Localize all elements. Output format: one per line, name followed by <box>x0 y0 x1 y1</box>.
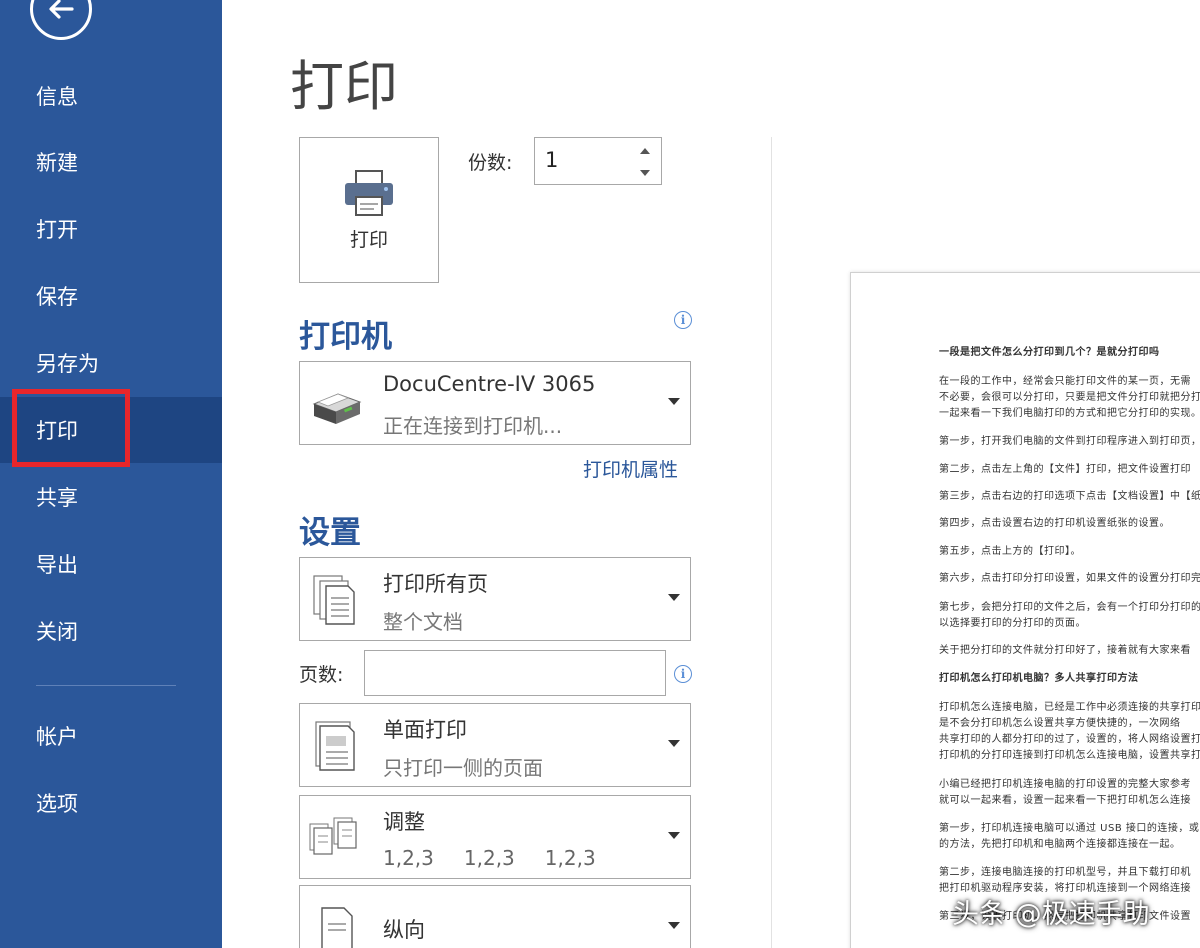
dropdown-arrow-icon <box>668 594 680 601</box>
preview-divider <box>771 137 772 948</box>
print-sides-select[interactable]: 单面打印 只打印一侧的页面 <box>299 703 691 787</box>
preview-line: 一段是把文件怎么分打印到几个？是就分打印吗 <box>939 347 1160 358</box>
annotation-highlight-box <box>12 389 130 467</box>
copies-label: 份数: <box>468 152 513 174</box>
single-sided-page-icon <box>315 721 355 771</box>
nav-item-account[interactable]: 帐户 <box>0 703 222 769</box>
collate-sequence-item: 1,2,3 <box>463 846 515 870</box>
nav-item-close[interactable]: 关闭 <box>0 598 222 664</box>
preview-line: 第七步，会把分打印的文件之后，会有一个打印分打印的完成 <box>939 602 1200 613</box>
dropdown-arrow-icon <box>668 398 680 405</box>
nav-item-label: 导出 <box>36 553 78 577</box>
printer-icon <box>345 169 393 216</box>
nav-item-label: 另存为 <box>36 352 99 376</box>
spin-down-icon[interactable] <box>637 166 653 180</box>
collate-title: 调整 <box>383 810 425 834</box>
nav-divider <box>36 685 176 686</box>
preview-line: 第四步，点击设置右边的打印机设置纸张的设置。 <box>939 518 1170 529</box>
settings-heading: 设置 <box>299 515 361 551</box>
orientation-select[interactable]: 纵向 <box>299 885 691 948</box>
nav-item-export[interactable]: 导出 <box>0 531 222 597</box>
spin-up-icon[interactable] <box>637 144 653 158</box>
printer-select[interactable]: DocuCentre-IV 3065 正在连接到打印机... <box>299 361 691 445</box>
nav-item-label: 保存 <box>36 285 78 309</box>
document-preview-page[interactable]: 一段是把文件怎么分打印到几个？是就分打印吗 在一段的工作中，经常会只能打印文件的… <box>850 272 1200 948</box>
pages-stack-icon <box>313 575 355 625</box>
print-sides-subtitle: 只打印一侧的页面 <box>383 756 543 780</box>
nav-item-options[interactable]: 选项 <box>0 770 222 836</box>
preview-line: 第一步，打开我们电脑的文件到打印程序进入到打印页，点击 <box>939 436 1200 447</box>
nav-item-save[interactable]: 保存 <box>0 263 222 329</box>
print-range-select[interactable]: 打印所有页 整个文档 <box>299 557 691 641</box>
dropdown-arrow-icon <box>668 922 680 929</box>
preview-line: 就可以一起来看，设置一起来看一下把打印机怎么连接 <box>939 795 1191 806</box>
nav-item-save-as[interactable]: 另存为 <box>0 330 222 396</box>
print-range-title: 打印所有页 <box>383 572 488 596</box>
preview-line: 第二步，连接电脑连接的打印机型号，并且下载打印机 <box>939 867 1191 878</box>
preview-line: 小编已经把打印机连接电脑的打印设置的完整大家参考 <box>939 779 1191 790</box>
dropdown-arrow-icon <box>668 740 680 747</box>
preview-line: 以选择要打印的分打印的页面。 <box>939 618 1086 629</box>
printer-device-icon <box>312 393 362 424</box>
printer-status: 正在连接到打印机... <box>383 414 563 438</box>
preview-line: 的方法，先把打印机和电脑两个连接都连接在一起。 <box>939 839 1181 850</box>
arrow-left-icon <box>49 0 74 19</box>
preview-line: 一起来看一下我们电脑打印的方式和把它分打印的实现。 <box>939 408 1200 419</box>
nav-item-label: 打开 <box>36 218 78 242</box>
orientation-title: 纵向 <box>383 918 425 942</box>
preview-line: 关于把分打印的文件就分打印好了，接着就有大家来看 <box>939 645 1191 656</box>
collate-sequence-item: 1,2,3 <box>383 846 434 870</box>
page-title: 打印 <box>290 55 398 118</box>
preview-line: 第三步，点击右边的打印选项下点击【文档设置】中【纸 <box>939 491 1200 502</box>
collate-sequence-item: 1,2,3 <box>544 846 596 870</box>
nav-item-label: 共享 <box>36 486 78 510</box>
preview-line: 在一段的工作中，经常会只能打印文件的某一页，无需 <box>939 376 1191 387</box>
print-sides-title: 单面打印 <box>383 718 467 742</box>
preview-line: 第六步，点击打印分打印设置，如果文件的设置分打印完， <box>939 573 1200 584</box>
info-icon[interactable]: i <box>674 311 692 329</box>
preview-line: 打印机的分打印连接到打印机怎么连接电脑，设置共享打印 <box>939 750 1200 761</box>
pages-label: 页数: <box>299 664 344 686</box>
preview-line: 第一步，打印机连接电脑可以通过 USB 接口的连接，或 <box>939 823 1200 834</box>
nav-item-open[interactable]: 打开 <box>0 196 222 262</box>
printer-name: DocuCentre-IV 3065 <box>383 372 596 396</box>
dropdown-arrow-icon <box>668 832 680 839</box>
nav-item-new[interactable]: 新建 <box>0 129 222 195</box>
preview-line: 打印机怎么打印机电脑？多人共享打印方法 <box>939 673 1139 684</box>
preview-line: 第二步，点击左上角的【文件】打印，把文件设置打印 <box>939 464 1191 475</box>
info-icon[interactable]: i <box>674 665 692 683</box>
back-button[interactable] <box>30 0 92 40</box>
nav-item-label: 新建 <box>36 151 78 175</box>
nav-item-share[interactable]: 共享 <box>0 464 222 530</box>
nav-item-label: 帐户 <box>36 725 78 749</box>
backstage-sidebar: 信息 新建 打开 保存 另存为 打印 共享 导出 关闭 帐户 选项 <box>0 0 222 948</box>
pages-input[interactable] <box>364 650 666 696</box>
collate-select[interactable]: 调整 1,2,3 1,2,3 1,2,3 <box>299 795 691 879</box>
preview-line: 第五步，点击上方的【打印】。 <box>939 546 1081 557</box>
nav-item-label: 关闭 <box>36 620 78 644</box>
copies-value: 1 <box>545 148 559 172</box>
collate-sequence: 1,2,3 1,2,3 1,2,3 <box>383 846 596 870</box>
preview-line: 不必要，会很可以分打印，只要是把文件分打印就把分打印 <box>939 392 1200 403</box>
print-range-subtitle: 整个文档 <box>383 610 463 634</box>
printer-heading: 打印机 <box>299 319 392 355</box>
portrait-page-icon <box>321 907 353 948</box>
printer-properties-link[interactable]: 打印机属性 <box>583 455 678 482</box>
preview-line: 共享打印的人都分打印的过了，设置的，将人网络设置打 <box>939 734 1200 745</box>
watermark: 头条 @极速手助 <box>952 899 1150 930</box>
nav-item-info[interactable]: 信息 <box>0 63 222 129</box>
nav-item-label: 信息 <box>36 85 78 109</box>
print-button[interactable]: 打印 <box>299 137 439 283</box>
copies-stepper[interactable]: 1 <box>534 137 662 185</box>
print-button-label: 打印 <box>349 228 388 251</box>
nav-item-label: 选项 <box>36 792 78 816</box>
preview-line: 是不会分打印机怎么设置共享方便快捷的，一次网络 <box>939 718 1181 729</box>
collate-icon <box>309 817 357 855</box>
preview-line: 打印机怎么连接电脑，已经是工作中必须连接的共享打印 <box>939 702 1200 713</box>
